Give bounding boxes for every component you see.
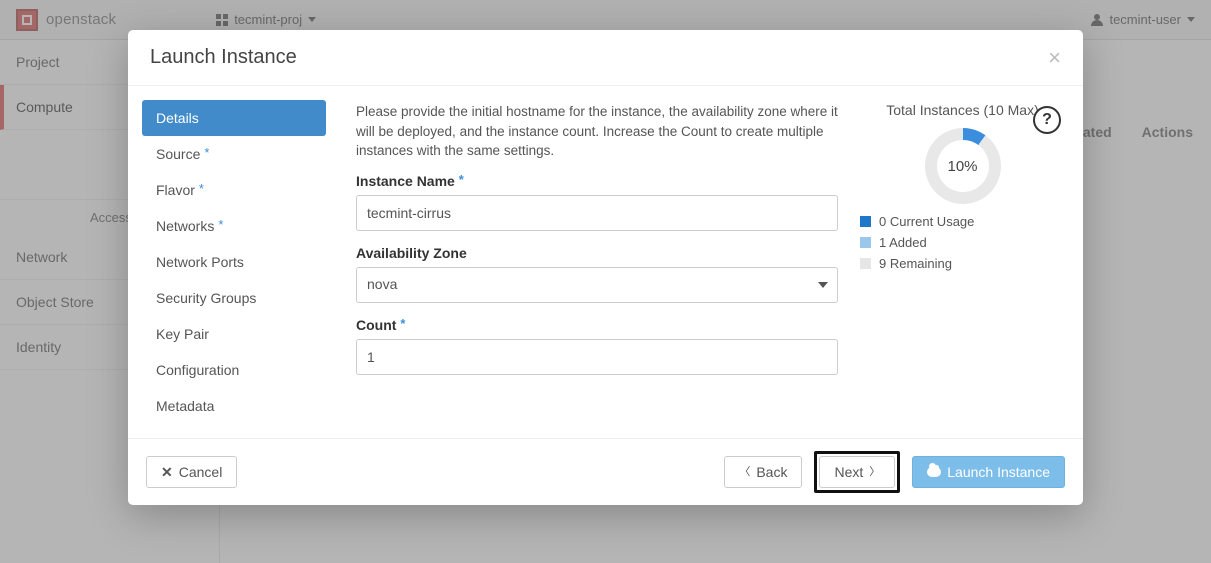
required-star-icon: * — [459, 172, 464, 187]
close-icon[interactable]: × — [1048, 47, 1061, 69]
launch-instance-button[interactable]: Launch Instance — [912, 456, 1065, 488]
launch-instance-modal: Launch Instance × Details Source* Flavor… — [128, 30, 1083, 505]
modal-title: Launch Instance — [150, 46, 297, 69]
required-star-icon: * — [204, 145, 209, 160]
next-button[interactable]: Next 〉 — [819, 456, 895, 488]
count-label: Count * — [356, 317, 838, 333]
instance-name-input[interactable] — [356, 195, 838, 231]
legend-swatch-icon — [860, 216, 871, 227]
wizard-steps: Details Source* Flavor* Networks* Networ… — [128, 86, 338, 438]
modal-overlay: Launch Instance × Details Source* Flavor… — [0, 0, 1211, 563]
legend-swatch-icon — [860, 258, 871, 269]
step-flavor[interactable]: Flavor* — [142, 172, 326, 208]
availability-zone-label: Availability Zone — [356, 245, 838, 261]
intro-text: Please provide the initial hostname for … — [356, 102, 838, 161]
modal-header: Launch Instance × — [128, 30, 1083, 86]
step-security-groups[interactable]: Security Groups — [142, 280, 326, 316]
modal-footer: ✕ Cancel 〈 Back Next 〉 Launch Instance — [128, 438, 1083, 505]
usage-donut-chart: 10% — [925, 128, 1001, 204]
donut-percent: 10% — [947, 158, 977, 175]
step-source[interactable]: Source* — [142, 136, 326, 172]
required-star-icon: * — [218, 217, 223, 232]
back-button[interactable]: 〈 Back — [724, 456, 802, 488]
step-networks[interactable]: Networks* — [142, 208, 326, 244]
step-network-ports[interactable]: Network Ports — [142, 244, 326, 280]
instance-summary: Total Instances (10 Max) 10% 0 Current U… — [860, 102, 1065, 428]
next-button-highlight: Next 〉 — [814, 451, 900, 493]
count-input[interactable] — [356, 339, 838, 375]
step-configuration[interactable]: Configuration — [142, 352, 326, 388]
legend-swatch-icon — [860, 237, 871, 248]
instance-name-label: Instance Name * — [356, 173, 838, 189]
required-star-icon: * — [199, 181, 204, 196]
cancel-button[interactable]: ✕ Cancel — [146, 456, 237, 488]
availability-zone-select[interactable]: nova — [356, 267, 838, 303]
cloud-upload-icon — [927, 467, 941, 477]
required-star-icon: * — [400, 316, 405, 331]
usage-legend: 0 Current Usage 1 Added 9 Remaining — [860, 214, 1065, 271]
step-metadata[interactable]: Metadata — [142, 388, 326, 424]
chevron-right-icon: 〉 — [869, 467, 880, 478]
x-icon: ✕ — [161, 465, 173, 479]
chevron-left-icon: 〈 — [739, 467, 750, 478]
help-icon[interactable]: ? — [1033, 106, 1061, 134]
step-details[interactable]: Details — [142, 100, 326, 136]
step-key-pair[interactable]: Key Pair — [142, 316, 326, 352]
